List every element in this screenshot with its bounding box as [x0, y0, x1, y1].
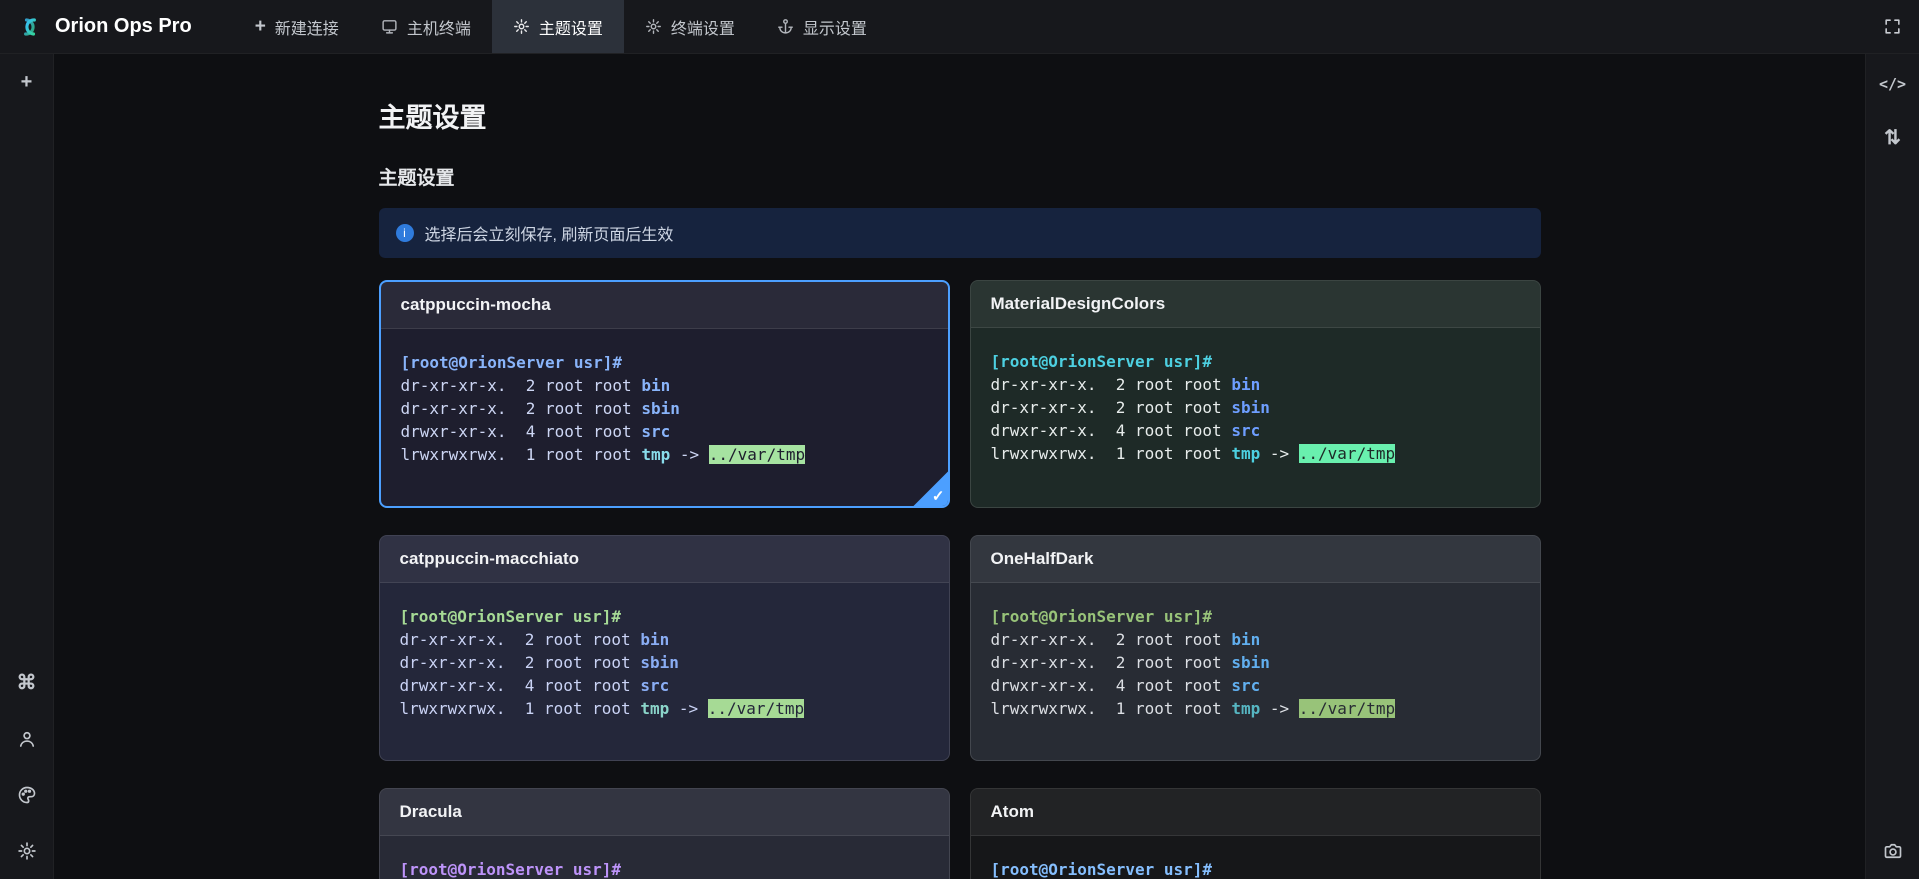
gear-icon — [645, 18, 662, 35]
info-alert: i 选择后会立刻保存, 刷新页面后生效 — [379, 208, 1541, 258]
command-shortcuts-icon[interactable]: ⌘ — [15, 671, 39, 695]
terminal-preview: [root@OrionServer usr]#dr-xr-xr-x. 2 roo… — [381, 329, 948, 506]
command-icon: ⌘ — [17, 673, 37, 693]
brand: Orion Ops Pro — [0, 0, 214, 53]
plus-icon: + — [255, 17, 266, 36]
add-connection-icon[interactable]: + — [15, 70, 39, 94]
theme-card-OneHalfDark[interactable]: OneHalfDark [root@OrionServer usr]#dr-xr… — [970, 535, 1541, 761]
left-sidebar: + ⌘ — [0, 54, 54, 879]
code-icon: </> — [1879, 75, 1906, 93]
theme-card-Atom[interactable]: Atom [root@OrionServer usr]#dr-xr-xr-x. … — [970, 788, 1541, 879]
theme-card-title: MaterialDesignColors — [971, 281, 1540, 328]
code-view-icon[interactable]: </> — [1881, 72, 1905, 96]
display-settings-icon — [777, 18, 794, 35]
fullscreen-icon[interactable] — [1883, 17, 1902, 36]
alert-text: 选择后会立刻保存, 刷新页面后生效 — [425, 221, 674, 245]
nav-item-theme-settings[interactable]: 主题设置 — [492, 0, 624, 53]
app-title: Orion Ops Pro — [55, 15, 192, 38]
nav-label: 显示设置 — [803, 15, 867, 39]
theme-settings-icon — [513, 18, 530, 35]
plus-icon: + — [21, 72, 33, 92]
main-nav: + 新建连接 主机终端 主题设置 终端设置 显示设置 — [234, 0, 888, 53]
topbar: Orion Ops Pro + 新建连接 主机终端 主题设置 终端设置 — [0, 0, 1919, 54]
theme-card-catppuccin-macchiato[interactable]: catppuccin-macchiato [root@OrionServer u… — [379, 535, 950, 761]
nav-item-new-connection[interactable]: + 新建连接 — [234, 0, 360, 53]
theme-card-title: catppuccin-mocha — [381, 282, 948, 329]
theme-card-title: OneHalfDark — [971, 536, 1540, 583]
main-content: 主题设置 主题设置 i 选择后会立刻保存, 刷新页面后生效 catppuccin… — [54, 54, 1865, 879]
terminal-preview: [root@OrionServer usr]#dr-xr-xr-x. 2 roo… — [380, 836, 949, 879]
nav-label: 主题设置 — [539, 15, 603, 39]
palette-icon[interactable] — [15, 783, 39, 807]
theme-card-title: Dracula — [380, 789, 949, 836]
selected-check-icon: ✓ — [913, 471, 949, 507]
nav-label: 主机终端 — [407, 15, 471, 39]
page-title: 主题设置 — [379, 96, 1541, 135]
user-icon[interactable] — [15, 727, 39, 751]
theme-card-catppuccin-mocha[interactable]: catppuccin-mocha [root@OrionServer usr]#… — [379, 280, 950, 508]
nav-item-host-terminal[interactable]: 主机终端 — [360, 0, 492, 53]
theme-card-title: catppuccin-macchiato — [380, 536, 949, 583]
app-logo-icon — [16, 13, 44, 41]
sort-vertical-icon[interactable]: ⇅ — [1881, 126, 1905, 150]
settings-gear-icon[interactable] — [15, 839, 39, 863]
right-sidebar: </> ⇅ — [1865, 54, 1919, 879]
nav-label: 终端设置 — [671, 15, 735, 39]
terminal-preview: [root@OrionServer usr]#dr-xr-xr-x. 2 roo… — [380, 583, 949, 760]
swap-icon: ⇅ — [1884, 128, 1901, 148]
theme-card-Dracula[interactable]: Dracula [root@OrionServer usr]#dr-xr-xr-… — [379, 788, 950, 879]
theme-card-title: Atom — [971, 789, 1540, 836]
terminal-preview: [root@OrionServer usr]#dr-xr-xr-x. 2 roo… — [971, 328, 1540, 505]
screenshot-camera-icon[interactable] — [1881, 839, 1905, 863]
nav-item-terminal-settings[interactable]: 终端设置 — [624, 0, 756, 53]
terminal-preview: [root@OrionServer usr]#dr-xr-xr-x. 2 roo… — [971, 836, 1540, 879]
terminal-preview: [root@OrionServer usr]#dr-xr-xr-x. 2 roo… — [971, 583, 1540, 760]
section-title: 主题设置 — [379, 163, 1541, 190]
theme-card-MaterialDesignColors[interactable]: MaterialDesignColors [root@OrionServer u… — [970, 280, 1541, 508]
terminal-icon — [381, 18, 398, 35]
nav-item-display-settings[interactable]: 显示设置 — [756, 0, 888, 53]
info-icon: i — [396, 224, 414, 242]
theme-grid: catppuccin-mocha [root@OrionServer usr]#… — [379, 280, 1541, 879]
nav-label: 新建连接 — [275, 15, 339, 39]
